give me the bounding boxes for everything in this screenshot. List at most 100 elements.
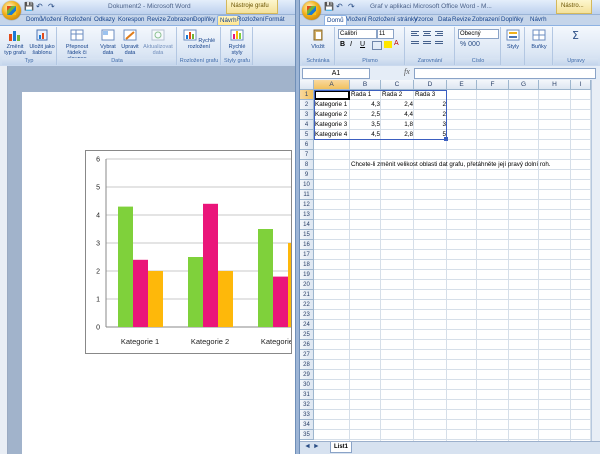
font-name-select[interactable]: Calibri bbox=[338, 29, 377, 39]
edit-data-button[interactable]: Upravit data bbox=[120, 29, 140, 56]
chart-data-range[interactable] bbox=[314, 90, 447, 140]
sheet-nav-icons[interactable]: ◄ ► bbox=[304, 443, 320, 450]
office-button[interactable] bbox=[2, 1, 21, 20]
column-header-I[interactable]: I bbox=[571, 80, 591, 90]
bar-Řada-1-1[interactable] bbox=[188, 257, 203, 327]
name-box[interactable]: A1 bbox=[302, 68, 370, 79]
paste-button[interactable]: Vložit bbox=[304, 29, 332, 50]
row-header-18[interactable]: 18 bbox=[300, 260, 314, 270]
row-header-14[interactable]: 14 bbox=[300, 220, 314, 230]
cells-button[interactable]: Buňky bbox=[527, 29, 551, 50]
percent-icon[interactable]: % 000 bbox=[460, 41, 480, 48]
word-tab-10[interactable]: Formát bbox=[263, 15, 287, 25]
excel-tab-3[interactable]: Vzorce bbox=[412, 15, 435, 25]
quick-styles-button[interactable]: Rychlé styly bbox=[224, 29, 250, 56]
row-header-22[interactable]: 22 bbox=[300, 300, 314, 310]
undo-icon[interactable]: ↶ bbox=[36, 2, 43, 12]
row-header-10[interactable]: 10 bbox=[300, 180, 314, 190]
row-header-20[interactable]: 20 bbox=[300, 280, 314, 290]
excel-tab-8[interactable]: Návrh bbox=[528, 15, 549, 25]
column-header-F[interactable]: F bbox=[477, 80, 509, 90]
word-tab-1[interactable]: Vložení bbox=[39, 15, 64, 25]
row-header-17[interactable]: 17 bbox=[300, 250, 314, 260]
row-header-29[interactable]: 29 bbox=[300, 370, 314, 380]
row-header-2[interactable]: 2 bbox=[300, 100, 314, 110]
font-size-select[interactable]: 11 bbox=[377, 29, 394, 39]
word-tab-4[interactable]: Korespon bbox=[116, 15, 147, 25]
bar-Řada-2-2[interactable] bbox=[273, 276, 288, 327]
font-color-icon[interactable]: A bbox=[394, 40, 399, 47]
row-header-35[interactable]: 35 bbox=[300, 430, 314, 440]
column-header-H[interactable]: H bbox=[539, 80, 571, 90]
bar-Řada-2-1[interactable] bbox=[203, 203, 218, 327]
excel-tab-7[interactable]: Doplňky bbox=[499, 15, 525, 25]
row-header-32[interactable]: 32 bbox=[300, 400, 314, 410]
alignment-icons[interactable] bbox=[410, 30, 450, 50]
bar-Řada-3-0[interactable] bbox=[148, 271, 163, 327]
row-header-12[interactable]: 12 bbox=[300, 200, 314, 210]
fx-icon[interactable]: fx bbox=[404, 67, 410, 76]
vertical-scrollbar[interactable] bbox=[591, 80, 600, 442]
column-header-C[interactable]: C bbox=[381, 80, 414, 90]
range-resize-handle[interactable] bbox=[444, 137, 448, 141]
column-header-G[interactable]: G bbox=[509, 80, 539, 90]
italic-button[interactable]: I bbox=[350, 41, 352, 48]
sheet-tab-list1[interactable]: List1 bbox=[330, 442, 352, 453]
bar-Řada-3-1[interactable] bbox=[218, 271, 233, 327]
excel-tab-1[interactable]: Vložení bbox=[344, 15, 369, 25]
select-data-button[interactable]: Vybrat data bbox=[98, 29, 118, 56]
redo-icon[interactable]: ↷ bbox=[48, 2, 55, 12]
spreadsheet-grid[interactable]: A B C D E F G H I 1 2 3 4 5 6 7 8 9 10 11 12 13 14 15 16 17 18 19 20… bbox=[300, 80, 592, 442]
word-tab-2[interactable]: Rozložení bbox=[62, 15, 94, 25]
row-header-13[interactable]: 13 bbox=[300, 210, 314, 220]
word-tab-7[interactable]: Doplňky bbox=[191, 15, 217, 25]
bar-Řada-1-0[interactable] bbox=[118, 206, 133, 327]
number-format-select[interactable]: Obecný bbox=[458, 29, 499, 39]
row-header-1[interactable]: 1 bbox=[300, 90, 314, 100]
column-header-B[interactable]: B bbox=[350, 80, 381, 90]
quick-layout-button[interactable]: Rychlé rozložení bbox=[180, 29, 218, 50]
row-header-9[interactable]: 9 bbox=[300, 170, 314, 180]
embedded-chart[interactable]: 0 1 2 3 4 5 6 Kategorie 1 Kategorie 2 Kategorie 3 bbox=[85, 150, 292, 354]
row-header-34[interactable]: 34 bbox=[300, 420, 314, 430]
row-header-27[interactable]: 27 bbox=[300, 350, 314, 360]
row-header-25[interactable]: 25 bbox=[300, 330, 314, 340]
row-header-7[interactable]: 7 bbox=[300, 150, 314, 160]
row-header-33[interactable]: 33 bbox=[300, 410, 314, 420]
row-header-5[interactable]: 5 bbox=[300, 130, 314, 140]
column-header-A[interactable]: A bbox=[314, 80, 350, 90]
save-icon[interactable]: 💾 bbox=[24, 2, 34, 12]
underline-button[interactable]: U bbox=[360, 41, 365, 48]
row-header-16[interactable]: 16 bbox=[300, 240, 314, 250]
row-header-11[interactable]: 11 bbox=[300, 190, 314, 200]
row-header-28[interactable]: 28 bbox=[300, 360, 314, 370]
bold-button[interactable]: B bbox=[340, 41, 345, 48]
excel-tab-6[interactable]: Zobrazení bbox=[470, 15, 502, 25]
word-tab-3[interactable]: Odkazy bbox=[92, 15, 117, 25]
row-header-24[interactable]: 24 bbox=[300, 320, 314, 330]
row-header-19[interactable]: 19 bbox=[300, 270, 314, 280]
row-header-21[interactable]: 21 bbox=[300, 290, 314, 300]
editing-button[interactable]: Σ bbox=[564, 29, 588, 44]
save-as-template-button[interactable]: Uložit jako šablonu bbox=[29, 29, 55, 56]
bar-Řada-1-2[interactable] bbox=[258, 229, 273, 327]
borders-icon[interactable] bbox=[372, 41, 382, 50]
bar-Řada-2-0[interactable] bbox=[133, 259, 148, 327]
change-chart-type-button[interactable]: Změnit typ grafu bbox=[3, 29, 27, 56]
formula-input[interactable] bbox=[414, 68, 596, 79]
row-header-8[interactable]: 8 bbox=[300, 160, 314, 170]
excel-office-button[interactable] bbox=[302, 1, 321, 20]
word-tab-9[interactable]: Rozložení bbox=[235, 15, 267, 25]
row-header-3[interactable]: 3 bbox=[300, 110, 314, 120]
bar-Řada-3-2[interactable] bbox=[288, 243, 291, 327]
row-header-23[interactable]: 23 bbox=[300, 310, 314, 320]
fill-color-icon[interactable] bbox=[384, 41, 392, 48]
refresh-data-button[interactable]: Aktualizovat data bbox=[142, 29, 174, 56]
column-header-E[interactable]: E bbox=[447, 80, 477, 90]
excel-save-icon[interactable]: 💾 bbox=[324, 2, 334, 12]
row-header-31[interactable]: 31 bbox=[300, 390, 314, 400]
row-header-26[interactable]: 26 bbox=[300, 340, 314, 350]
excel-redo-icon[interactable]: ↷ bbox=[348, 2, 355, 12]
styles-button[interactable]: Styly bbox=[503, 29, 523, 50]
excel-undo-icon[interactable]: ↶ bbox=[336, 2, 343, 12]
